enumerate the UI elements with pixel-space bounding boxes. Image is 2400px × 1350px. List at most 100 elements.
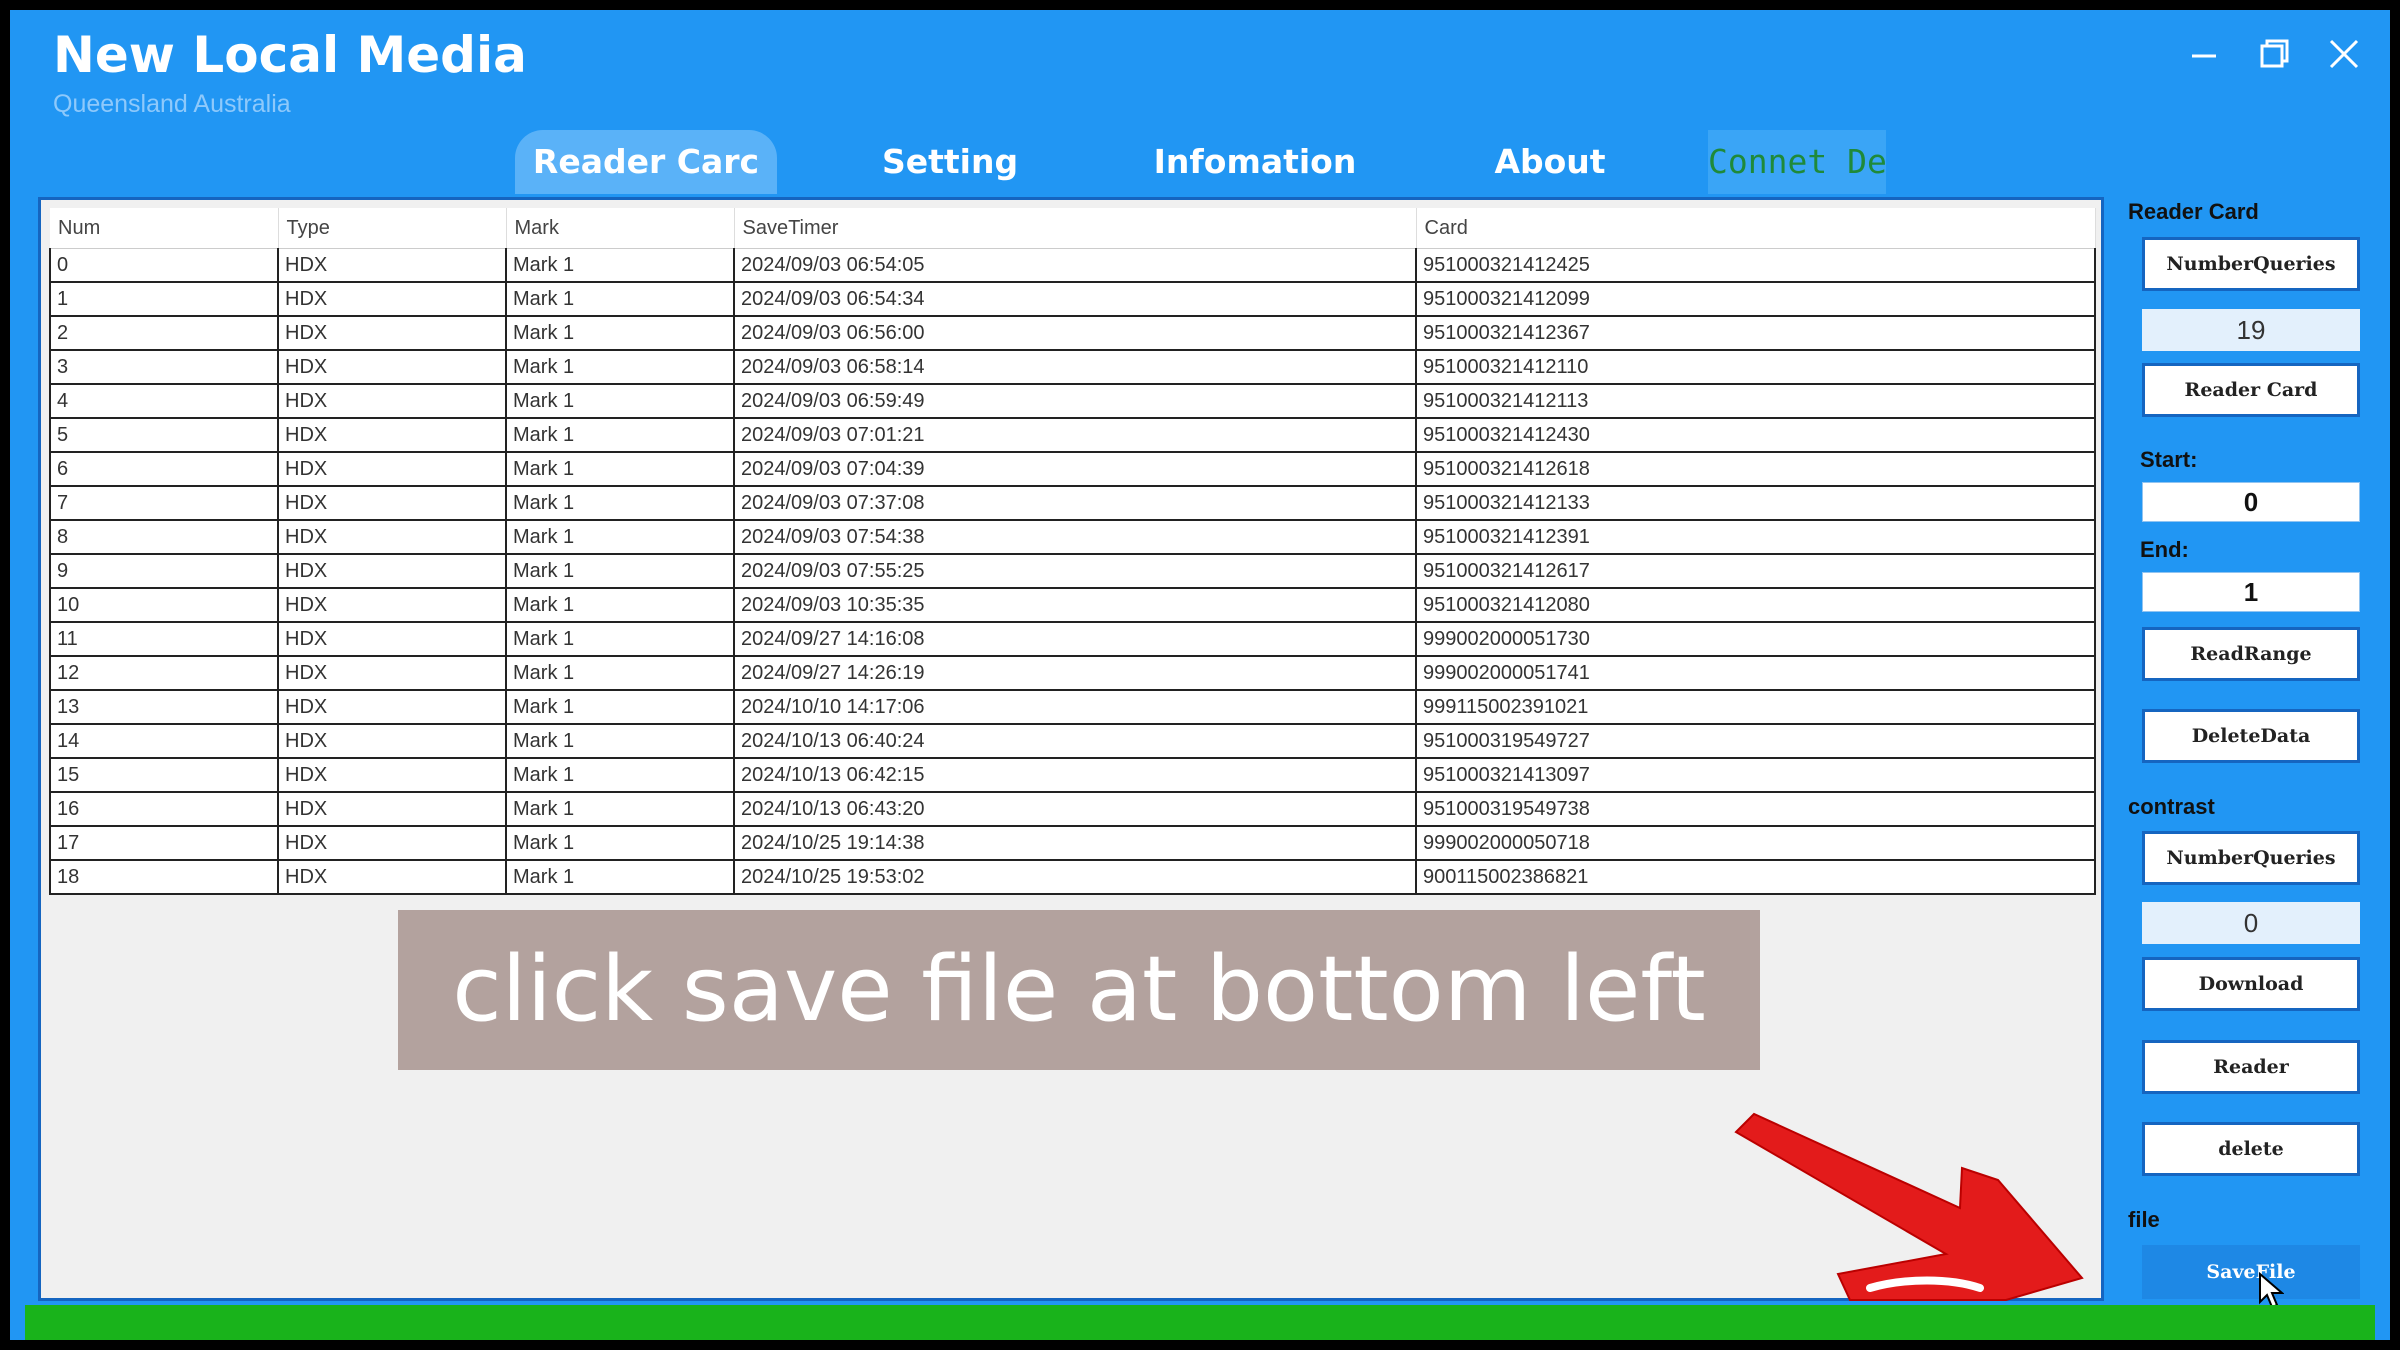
table-row[interactable]: 9 HDX Mark 1 2024/09/03 07:55:25 95100032141… [49,554,2096,589]
cell-card: 951000321412617 [1416,554,2096,589]
delete-button[interactable]: delete [2142,1122,2360,1176]
table-row[interactable]: 6 HDX Mark 1 2024/09/03 07:04:39 95100032141… [49,452,2096,487]
tab-bar: Reader Carc Setting Infomation About Con… [10,130,2390,194]
table-row[interactable]: 16 HDX Mark 1 2024/10/13 06:43:20 9510003195… [49,792,2096,827]
tab-infomation[interactable]: Infomation [1120,130,1390,194]
cell-num: 9 [49,554,279,589]
column-header-type[interactable]: Type [278,208,507,249]
maximize-button[interactable] [2250,30,2298,78]
tab-connect-dev[interactable]: Connet Dev [1708,130,1886,194]
cell-savetimer: 2024/09/03 06:54:05 [734,248,1417,283]
cell-card: 951000321412110 [1416,350,2096,385]
table-row[interactable]: 10 HDX Mark 1 2024/09/03 10:35:35 9510003214… [49,588,2096,623]
cell-num: 0 [49,248,279,283]
cell-savetimer: 2024/10/13 06:42:15 [734,758,1417,793]
number-queries-button[interactable]: NumberQueries [2142,237,2360,291]
status-bar [25,1305,2375,1340]
cell-mark: Mark 1 [506,622,735,657]
contrast-number-queries-button[interactable]: NumberQueries [2142,831,2360,885]
cell-savetimer: 2024/10/13 06:40:24 [734,724,1417,759]
app-subtitle: Queensland Australia [53,90,291,118]
cell-card: 951000321412425 [1416,248,2096,283]
cell-type: HDX [278,724,507,759]
cell-type: HDX [278,248,507,283]
table-row[interactable]: 15 HDX Mark 1 2024/10/13 06:42:15 9510003214… [49,758,2096,793]
cell-type: HDX [278,826,507,861]
table-row[interactable]: 18 HDX Mark 1 2024/10/25 19:53:02 9001150023… [49,860,2096,895]
column-header-num[interactable]: Num [50,208,279,249]
table-row[interactable]: 7 HDX Mark 1 2024/09/03 07:37:08 95100032141… [49,486,2096,521]
cell-mark: Mark 1 [506,384,735,419]
restore-icon [2260,39,2289,68]
cell-savetimer: 2024/09/03 06:58:14 [734,350,1417,385]
table-row[interactable]: 13 HDX Mark 1 2024/10/10 14:17:06 9991150023… [49,690,2096,725]
cell-type: HDX [278,486,507,521]
cell-mark: Mark 1 [506,452,735,487]
table-row[interactable]: 11 HDX Mark 1 2024/09/27 14:16:08 9990020000… [49,622,2096,657]
save-file-button[interactable]: SaveFile [2142,1245,2360,1299]
close-button[interactable] [2320,30,2368,78]
cell-type: HDX [278,690,507,725]
delete-data-button[interactable]: DeleteData [2142,709,2360,763]
cell-savetimer: 2024/10/25 19:14:38 [734,826,1417,861]
table-row[interactable]: 14 HDX Mark 1 2024/10/13 06:40:24 9510003195… [49,724,2096,759]
cell-type: HDX [278,418,507,453]
cell-savetimer: 2024/09/03 07:54:38 [734,520,1417,555]
cell-type: HDX [278,758,507,793]
cell-card: 951000321412430 [1416,418,2096,453]
cell-card: 951000321412391 [1416,520,2096,555]
end-label: End: [2140,537,2189,562]
table-row[interactable]: 17 HDX Mark 1 2024/10/25 19:14:38 9990020000… [49,826,2096,861]
cell-type: HDX [278,384,507,419]
cell-type: HDX [278,316,507,351]
table-row[interactable]: 1 HDX Mark 1 2024/09/03 06:54:34 95100032141… [49,282,2096,317]
cell-mark: Mark 1 [506,724,735,759]
tab-reader-card[interactable]: Reader Carc [515,130,777,194]
column-header-savetimer[interactable]: SaveTimer [734,208,1417,249]
column-header-card[interactable]: Card [1416,208,2096,249]
cell-num: 14 [49,724,279,759]
start-input[interactable]: 0 [2142,482,2360,522]
cell-num: 11 [49,622,279,657]
table-row[interactable]: 8 HDX Mark 1 2024/09/03 07:54:38 95100032141… [49,520,2096,555]
column-header-mark[interactable]: Mark [506,208,735,249]
cell-num: 4 [49,384,279,419]
reader-button[interactable]: Reader [2142,1040,2360,1094]
cell-mark: Mark 1 [506,554,735,589]
cell-card: 951000321412133 [1416,486,2096,521]
cell-num: 15 [49,758,279,793]
table-row[interactable]: 0 HDX Mark 1 2024/09/03 06:54:05 95100032141… [49,248,2096,283]
table-row[interactable]: 2 HDX Mark 1 2024/09/03 06:56:00 95100032141… [49,316,2096,351]
cell-card: 999002000051741 [1416,656,2096,691]
cell-type: HDX [278,622,507,657]
start-label: Start: [2140,447,2198,472]
cell-mark: Mark 1 [506,690,735,725]
end-input[interactable]: 1 [2142,572,2360,612]
cell-mark: Mark 1 [506,316,735,351]
reader-card-section-label: Reader Card [2128,199,2259,224]
reader-card-button[interactable]: Reader Card [2142,363,2360,417]
minimize-button[interactable] [2180,30,2228,78]
cell-savetimer: 2024/09/03 07:01:21 [734,418,1417,453]
cell-mark: Mark 1 [506,860,735,895]
cell-card: 951000321412113 [1416,384,2096,419]
cell-type: HDX [278,452,507,487]
tab-setting[interactable]: Setting [830,130,1070,194]
red-arrow-annotation [1734,1112,2084,1301]
table-row[interactable]: 3 HDX Mark 1 2024/09/03 06:58:14 95100032141… [49,350,2096,385]
read-range-button[interactable]: ReadRange [2142,627,2360,681]
cell-savetimer: 2024/10/10 14:17:06 [734,690,1417,725]
cell-mark: Mark 1 [506,792,735,827]
cell-card: 999115002391021 [1416,690,2096,725]
cell-card: 951000319549738 [1416,792,2096,827]
table-row[interactable]: 12 HDX Mark 1 2024/09/27 14:26:19 9990020000… [49,656,2096,691]
table-row[interactable]: 5 HDX Mark 1 2024/09/03 07:01:21 95100032141… [49,418,2096,453]
cell-type: HDX [278,520,507,555]
cell-card: 951000321412080 [1416,588,2096,623]
download-button[interactable]: Download [2142,957,2360,1011]
cell-num: 8 [49,520,279,555]
tab-about[interactable]: About [1440,130,1660,194]
cell-savetimer: 2024/10/13 06:43:20 [734,792,1417,827]
table-row[interactable]: 4 HDX Mark 1 2024/09/03 06:59:49 95100032141… [49,384,2096,419]
cell-mark: Mark 1 [506,248,735,283]
